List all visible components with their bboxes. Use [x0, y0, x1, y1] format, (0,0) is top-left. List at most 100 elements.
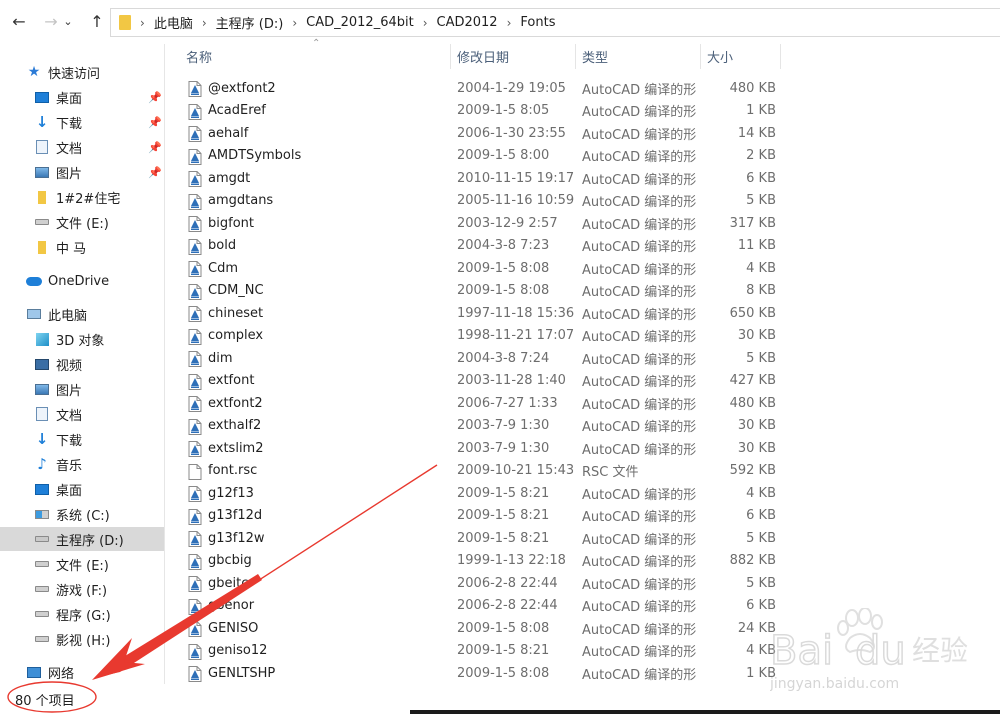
breadcrumb-cad-2012-64bit[interactable]: CAD_2012_64bit: [306, 15, 414, 30]
recent-locations-button[interactable]: ⌄: [61, 10, 75, 32]
sidebar-item-drive-h[interactable]: 影视 (H:): [0, 627, 164, 651]
file-row[interactable]: g13f12d 2009-1-5 8:21 AutoCAD 编译的形 6 KB: [166, 505, 1000, 528]
back-button[interactable]: ←: [8, 10, 30, 32]
file-row[interactable]: exthalf2 2003-7-9 1:30 AutoCAD 编译的形 30 KB: [166, 415, 1000, 438]
file-row[interactable]: CDM_NC 2009-1-5 8:08 AutoCAD 编译的形 8 KB: [166, 280, 1000, 303]
file-row[interactable]: gbcbig 1999-1-13 22:18 AutoCAD 编译的形 882 KB: [166, 550, 1000, 573]
sidebar-onedrive[interactable]: OneDrive: [0, 269, 164, 293]
file-type: AutoCAD 编译的形: [582, 622, 697, 638]
file-row[interactable]: gbeitc 2006-2-8 22:44 AutoCAD 编译的形 5 KB: [166, 572, 1000, 595]
folder-icon: [34, 189, 50, 205]
sidebar-item-label: 中 马: [56, 241, 87, 257]
star-icon: ★: [27, 64, 41, 80]
file-modified-date: 2006-1-30 23:55: [457, 125, 566, 141]
file-modified-date: 2009-1-5 8:08: [457, 283, 550, 299]
file-row[interactable]: Cdm 2009-1-5 8:08 AutoCAD 编译的形 4 KB: [166, 257, 1000, 280]
file-name: complex: [188, 325, 263, 348]
sidebar-item-videos[interactable]: 视频: [0, 352, 164, 376]
file-modified-date: 2006-2-8 22:44: [457, 598, 558, 614]
file-row[interactable]: amgdt 2010-11-15 19:17 AutoCAD 编译的形 6 KB: [166, 167, 1000, 190]
file-name: aehalf: [188, 122, 248, 145]
address-bar[interactable]: › 此电脑 › 主程序 (D:) › CAD_2012_64bit › CAD2…: [110, 8, 1000, 37]
sidebar-item-label: 桌面: [56, 91, 83, 107]
forward-button[interactable]: →: [40, 10, 62, 32]
file-row[interactable]: dim 2004-3-8 7:24 AutoCAD 编译的形 5 KB: [166, 347, 1000, 370]
file-type: AutoCAD 编译的形: [582, 82, 697, 98]
file-row[interactable]: bold 2004-3-8 7:23 AutoCAD 编译的形 11 KB: [166, 235, 1000, 258]
file-row[interactable]: bigfont 2003-12-9 2:57 AutoCAD 编译的形 317 KB: [166, 212, 1000, 235]
sidebar-item-drive-c[interactable]: 系统 (C:): [0, 502, 164, 526]
file-row[interactable]: font.rsc 2009-10-21 15:43 RSC 文件 592 KB: [166, 460, 1000, 483]
file-name-label: @extfont2: [208, 80, 276, 96]
breadcrumb-this-pc[interactable]: 此电脑: [154, 13, 193, 32]
sidebar-item-label: 音乐: [56, 458, 83, 474]
sidebar-item-drive-d[interactable]: 主程序 (D:): [0, 527, 164, 551]
pin-icon[interactable]: 📌: [148, 91, 162, 104]
file-row[interactable]: g12f13 2009-1-5 8:21 AutoCAD 编译的形 4 KB: [166, 482, 1000, 505]
sidebar-item-downloads[interactable]: ↓ 下载 📌: [0, 110, 164, 134]
column-header-date[interactable]: 修改日期: [451, 44, 576, 69]
breadcrumb-cad2012[interactable]: CAD2012: [437, 15, 498, 30]
sidebar-item-documents-pc[interactable]: 文档: [0, 402, 164, 426]
file-modified-date: 2004-3-8 7:23: [457, 238, 550, 254]
file-row[interactable]: @extfont2 2004-1-29 19:05 AutoCAD 编译的形 480 …: [166, 77, 1000, 100]
pin-icon[interactable]: 📌: [148, 141, 162, 154]
file-name: @extfont2: [188, 77, 276, 100]
file-row[interactable]: extfont2 2006-7-27 1:33 AutoCAD 编译的形 480 KB: [166, 392, 1000, 415]
file-size: 8 KB: [746, 283, 776, 299]
file-modified-date: 1997-11-18 15:36: [457, 305, 575, 321]
pin-icon[interactable]: 📌: [148, 166, 162, 179]
sidebar-item-drive-g[interactable]: 程序 (G:): [0, 602, 164, 626]
sidebar-item-pictures-pc[interactable]: 图片: [0, 377, 164, 401]
network-icon: [26, 664, 42, 680]
file-row[interactable]: extslim2 2003-7-9 1:30 AutoCAD 编译的形 30 KB: [166, 437, 1000, 460]
column-header-type[interactable]: 类型: [576, 44, 701, 69]
sidebar-item-music[interactable]: ♪ 音乐: [0, 452, 164, 476]
sidebar-item-pictures[interactable]: 图片 📌: [0, 160, 164, 184]
chevron-down-icon: ⌄: [63, 14, 73, 28]
music-icon: ♪: [37, 454, 47, 473]
desktop-icon: [34, 481, 50, 497]
file-size: 6 KB: [746, 170, 776, 186]
file-name: chineset: [188, 302, 263, 325]
file-size: 24 KB: [737, 620, 776, 636]
sidebar-item-desktop-pc[interactable]: 桌面: [0, 477, 164, 501]
sidebar-item-3d-objects[interactable]: 3D 对象: [0, 327, 164, 351]
breadcrumb-fonts[interactable]: Fonts: [520, 15, 555, 30]
breadcrumb-drive-d[interactable]: 主程序 (D:): [216, 13, 284, 32]
file-type: AutoCAD 编译的形: [582, 195, 697, 211]
file-row[interactable]: g13f12w 2009-1-5 8:21 AutoCAD 编译的形 5 KB: [166, 527, 1000, 550]
file-row[interactable]: AMDTSymbols 2009-1-5 8:00 AutoCAD 编译的形 2 KB: [166, 145, 1000, 168]
download-icon: ↓: [35, 112, 49, 131]
sidebar-item-drive-f[interactable]: 游戏 (F:): [0, 577, 164, 601]
file-size: 1 KB: [746, 665, 776, 681]
up-button[interactable]: ↑: [86, 10, 108, 32]
sidebar-item-drive-e-quick[interactable]: 文件 (E:): [0, 210, 164, 234]
sidebar-this-pc[interactable]: 此电脑: [0, 302, 164, 326]
column-header-size[interactable]: 大小: [701, 44, 781, 69]
sidebar-item-folder-zhongma[interactable]: 中 马: [0, 235, 164, 259]
file-type: AutoCAD 编译的形: [582, 532, 697, 548]
pin-icon[interactable]: 📌: [148, 116, 162, 129]
sidebar-item-desktop[interactable]: 桌面 📌: [0, 85, 164, 109]
file-row[interactable]: amgdtans 2005-11-16 10:59 AutoCAD 编译的形 5 KB: [166, 190, 1000, 213]
file-size: 6 KB: [746, 598, 776, 614]
file-type: AutoCAD 编译的形: [582, 330, 697, 346]
file-row[interactable]: AcadEref 2009-1-5 8:05 AutoCAD 编译的形 1 KB: [166, 100, 1000, 123]
file-name-label: aehalf: [208, 125, 249, 141]
sidebar-item-documents[interactable]: 文档 📌: [0, 135, 164, 159]
sidebar-network[interactable]: 网络: [0, 660, 164, 684]
sidebar-item-label: 文档: [56, 408, 83, 424]
sidebar-quick-access[interactable]: ★ 快速访问: [0, 60, 164, 84]
file-row[interactable]: extfont 2003-11-28 1:40 AutoCAD 编译的形 427 KB: [166, 370, 1000, 393]
sidebar-item-downloads-pc[interactable]: ↓ 下载: [0, 427, 164, 451]
sidebar-item-folder-residence[interactable]: 1#2#住宅: [0, 185, 164, 209]
file-modified-date: 2009-1-5 8:00: [457, 148, 550, 164]
file-row[interactable]: chineset 1997-11-18 15:36 AutoCAD 编译的形 650 …: [166, 302, 1000, 325]
file-size: 30 KB: [737, 328, 776, 344]
file-row[interactable]: aehalf 2006-1-30 23:55 AutoCAD 编译的形 14 KB: [166, 122, 1000, 145]
file-row[interactable]: complex 1998-11-21 17:07 AutoCAD 编译的形 30 KB: [166, 325, 1000, 348]
column-header-name[interactable]: 名称: [180, 44, 451, 69]
sidebar-item-drive-e[interactable]: 文件 (E:): [0, 552, 164, 576]
file-type: AutoCAD 编译的形: [582, 172, 697, 188]
